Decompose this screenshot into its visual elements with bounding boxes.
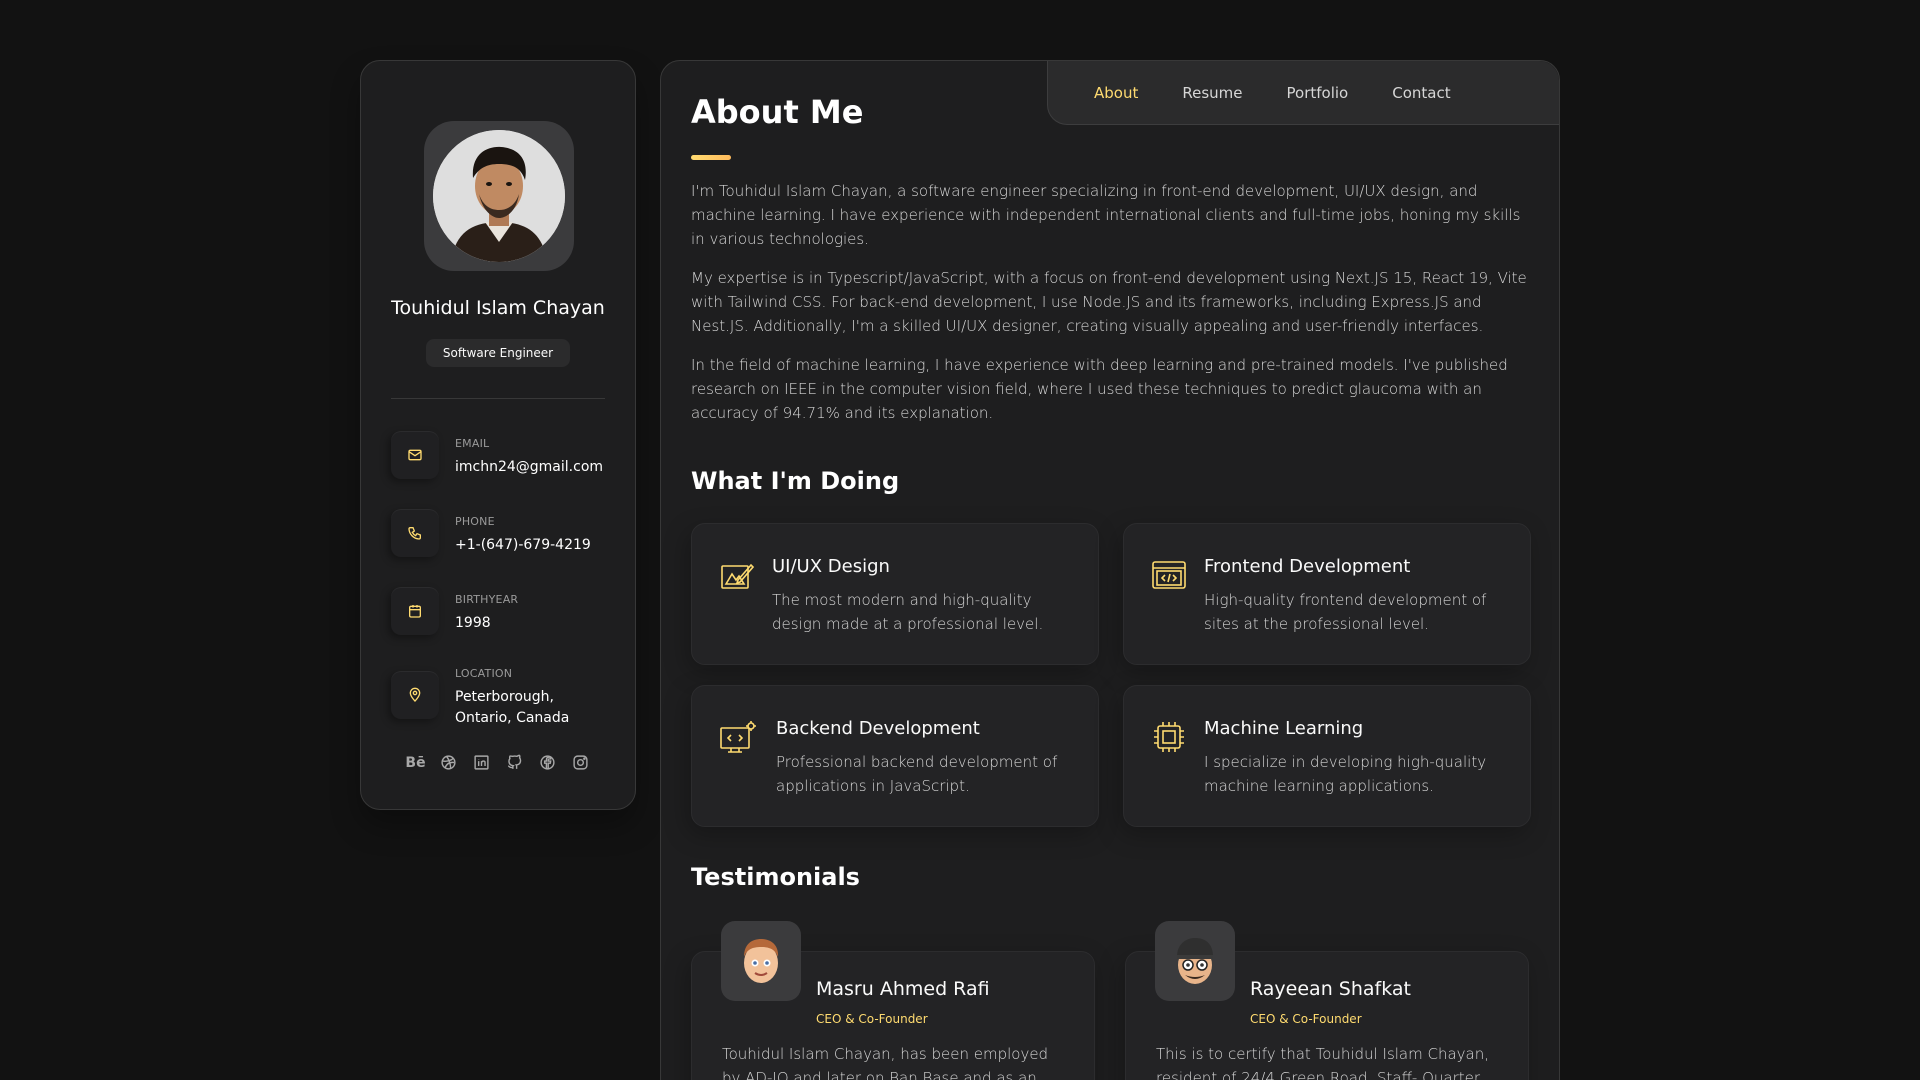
calendar-icon	[391, 587, 439, 635]
service-card: Backend Development Professional backend…	[691, 685, 1099, 827]
about-text: I'm Touhidul Islam Chayan, a software en…	[691, 179, 1531, 440]
service-text: The most modern and high-quality design …	[772, 591, 1044, 633]
chip-icon	[1152, 720, 1186, 754]
avatar-photo	[433, 130, 565, 262]
testimonial-role: CEO & Co-Founder	[1250, 1012, 1362, 1026]
service-text: High-quality frontend development of sit…	[1204, 591, 1487, 633]
about-paragraph: I'm Touhidul Islam Chayan, a software en…	[691, 182, 1521, 248]
location-value: Peterborough, Ontario, Canada	[455, 689, 570, 726]
navbar: About Resume Portfolio Contact	[1047, 61, 1559, 125]
avatar	[424, 121, 574, 271]
social-links: Bē	[361, 753, 635, 772]
page-title: About Me	[691, 93, 864, 131]
contact-label: LOCATION	[455, 667, 513, 680]
service-card: Machine Learning I specialize in develop…	[1123, 685, 1531, 827]
service-text: I specialize in developing high-quality …	[1204, 753, 1487, 795]
contact-label: PHONE	[455, 515, 495, 528]
birthyear-value: 1998	[455, 615, 491, 631]
mail-icon	[391, 431, 439, 479]
instagram-icon[interactable]	[571, 753, 590, 772]
profile-name: Touhidul Islam Chayan	[391, 297, 605, 319]
main-content: About Resume Portfolio Contact About Me …	[660, 60, 1560, 1080]
service-title: Frontend Development	[1204, 556, 1411, 577]
phone-icon	[391, 509, 439, 557]
services-title: What I'm Doing	[691, 467, 900, 495]
dribbble-icon[interactable]	[439, 753, 458, 772]
about-paragraph: My expertise is in Typescript/JavaScript…	[691, 269, 1527, 335]
profile-sidebar: Touhidul Islam Chayan Software Engineer …	[360, 60, 636, 810]
testimonial-name: Rayeean Shafkat	[1250, 978, 1411, 1000]
nav-about[interactable]: About	[1094, 84, 1138, 102]
testimonial-name: Masru Ahmed Rafi	[816, 978, 990, 1000]
phone-link[interactable]: +1-(647)-679-4219	[455, 535, 615, 556]
nav-resume[interactable]: Resume	[1182, 84, 1242, 102]
github-icon[interactable]	[505, 753, 524, 772]
testimonial-role: CEO & Co-Founder	[816, 1012, 928, 1026]
code-window-icon	[1152, 558, 1186, 592]
contact-label: BIRTHYEAR	[455, 593, 519, 606]
title-underline	[691, 155, 731, 160]
testimonial-avatar	[1155, 921, 1235, 1001]
about-paragraph: In the field of machine learning, I have…	[691, 356, 1508, 422]
facebook-icon[interactable]	[538, 753, 557, 772]
page: Touhidul Islam Chayan Software Engineer …	[0, 0, 1920, 1080]
testimonial-text: Touhidul Islam Chayan, has been employed…	[722, 1045, 1052, 1080]
profile-title-badge: Software Engineer	[426, 339, 570, 367]
behance-icon[interactable]: Bē	[405, 753, 425, 772]
nav-contact[interactable]: Contact	[1392, 84, 1450, 102]
sidebar-divider	[391, 398, 605, 399]
email-link[interactable]: imchn24@gmail.com	[455, 457, 615, 478]
linkedin-icon[interactable]	[472, 753, 491, 772]
location-icon	[391, 671, 439, 719]
contact-label: EMAIL	[455, 437, 490, 450]
service-title: UI/UX Design	[772, 556, 890, 577]
service-card: Frontend Development High-quality fronte…	[1123, 523, 1531, 665]
testimonial-text: This is to certify that Touhidul Islam C…	[1156, 1045, 1493, 1080]
service-text: Professional backend development of appl…	[776, 753, 1058, 795]
design-icon	[720, 558, 755, 592]
testimonial-avatar	[721, 921, 801, 1001]
service-card: UI/UX Design The most modern and high-qu…	[691, 523, 1099, 665]
service-title: Backend Development	[776, 718, 980, 739]
testimonials-title: Testimonials	[691, 863, 860, 891]
service-title: Machine Learning	[1204, 718, 1364, 739]
server-gear-icon	[720, 720, 756, 754]
nav-portfolio[interactable]: Portfolio	[1287, 84, 1349, 102]
